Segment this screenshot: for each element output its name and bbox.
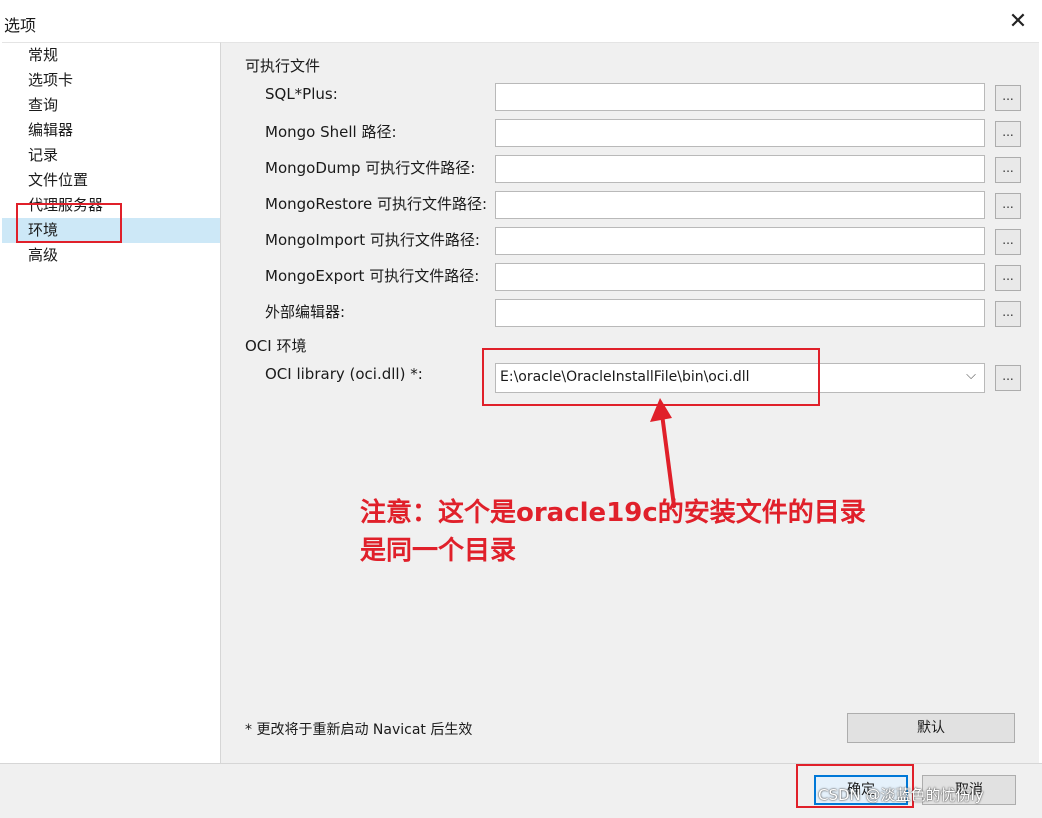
- mongorestore-browse-button[interactable]: ...: [995, 193, 1021, 219]
- mongo-shell-browse-button[interactable]: ...: [995, 121, 1021, 147]
- sidebar-item-environment[interactable]: 环境: [2, 218, 220, 243]
- mongoexport-browse-button[interactable]: ...: [995, 265, 1021, 291]
- oci-library-value: E:\oracle\OracleInstallFile\bin\oci.dll: [500, 369, 750, 385]
- sidebar-item-tabs[interactable]: 选项卡: [2, 68, 220, 93]
- oci-section-title: OCI 环境: [245, 337, 307, 355]
- restart-note: * 更改将于重新启动 Navicat 后生效: [245, 722, 473, 738]
- watermark-text: CSDN @淡蓝色的忧伤ly: [818, 786, 984, 804]
- mongodump-browse-button[interactable]: ...: [995, 157, 1021, 183]
- annotation-note: 注意：这个是oracle19c的安装文件的目录 是同一个目录: [360, 494, 866, 570]
- sidebar-item-advanced[interactable]: 高级: [2, 243, 220, 268]
- external-editor-label: 外部编辑器:: [265, 303, 346, 321]
- mongo-shell-label: Mongo Shell 路径:: [265, 123, 397, 141]
- mongoexport-path-input[interactable]: [495, 263, 985, 291]
- options-dialog: 选项 ✕ 常规 选项卡 查询 编辑器 记录 文件位置 代理服务器 环境 高级 可…: [0, 0, 1042, 818]
- mongorestore-label: MongoRestore 可执行文件路径:: [265, 195, 488, 213]
- title-bar: 选项 ✕: [0, 0, 1042, 44]
- oci-library-browse-button[interactable]: ...: [995, 365, 1021, 391]
- sidebar-item-query[interactable]: 查询: [2, 93, 220, 118]
- sidebar-item-editor[interactable]: 编辑器: [2, 118, 220, 143]
- external-editor-browse-button[interactable]: ...: [995, 301, 1021, 327]
- environment-panel: 可执行文件 SQL*Plus: ... Mongo Shell 路径: ... …: [221, 42, 1039, 763]
- close-icon[interactable]: ✕: [1000, 4, 1036, 40]
- annotation-line-1: 注意：这个是oracle19c的安装文件的目录: [360, 498, 866, 528]
- default-button[interactable]: 默认: [847, 713, 1015, 743]
- mongodump-label: MongoDump 可执行文件路径:: [265, 159, 476, 177]
- oci-library-combobox[interactable]: E:\oracle\OracleInstallFile\bin\oci.dll …: [495, 363, 985, 393]
- sqlplus-path-input[interactable]: [495, 83, 985, 111]
- sidebar-item-proxy[interactable]: 代理服务器: [2, 193, 220, 218]
- annotation-line-2: 是同一个目录: [360, 536, 517, 566]
- mongoimport-label: MongoImport 可执行文件路径:: [265, 231, 480, 249]
- chevron-down-icon[interactable]: ⌵: [966, 368, 976, 383]
- annotation-arrow-icon: [650, 398, 676, 508]
- sidebar-item-file-location[interactable]: 文件位置: [2, 168, 220, 193]
- sidebar-item-records[interactable]: 记录: [2, 143, 220, 168]
- category-sidebar: 常规 选项卡 查询 编辑器 记录 文件位置 代理服务器 环境 高级: [2, 42, 221, 763]
- mongoimport-path-input[interactable]: [495, 227, 985, 255]
- sqlplus-browse-button[interactable]: ...: [995, 85, 1021, 111]
- sidebar-item-general[interactable]: 常规: [2, 43, 220, 68]
- external-editor-path-input[interactable]: [495, 299, 985, 327]
- window-title: 选项: [4, 16, 37, 35]
- mongodump-path-input[interactable]: [495, 155, 985, 183]
- executables-section-title: 可执行文件: [245, 57, 321, 75]
- mongoimport-browse-button[interactable]: ...: [995, 229, 1021, 255]
- mongoexport-label: MongoExport 可执行文件路径:: [265, 267, 480, 285]
- oci-library-label: OCI library (oci.dll) *:: [265, 365, 423, 383]
- sqlplus-label: SQL*Plus:: [265, 85, 338, 103]
- mongorestore-path-input[interactable]: [495, 191, 985, 219]
- mongo-shell-path-input[interactable]: [495, 119, 985, 147]
